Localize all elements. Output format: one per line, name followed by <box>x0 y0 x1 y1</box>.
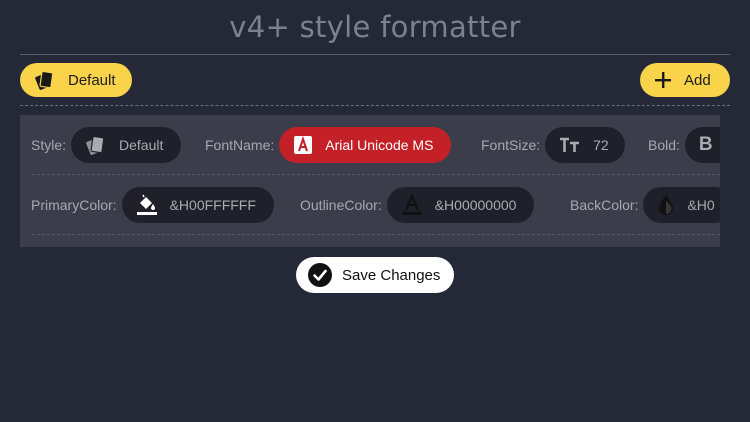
cards-icon <box>85 135 107 155</box>
style-row-1: Style: Default FontName: Arial Unicode M… <box>20 115 720 175</box>
fontsize-select-button[interactable]: 72 <box>545 127 625 163</box>
save-changes-button[interactable]: Save Changes <box>296 257 454 293</box>
bold-icon: B <box>698 134 713 155</box>
add-button[interactable]: Add <box>640 63 730 97</box>
style-label: Style: <box>31 137 67 153</box>
backcolor-button[interactable]: &H0 <box>643 187 720 223</box>
style-select-button[interactable]: Default <box>71 127 182 163</box>
font-a-icon <box>293 135 313 155</box>
fontsize-field: FontSize: 72 <box>481 127 625 163</box>
fontname-field: FontName: Arial Unicode MS <box>205 127 452 163</box>
outlinecolor-field: OutlineColor: &H00000000 <box>300 187 535 223</box>
style-value: Default <box>119 137 164 153</box>
fontname-label: FontName: <box>205 137 275 153</box>
primarycolor-field: PrimaryColor: &H00FFFFFF <box>31 187 274 223</box>
bold-label: Bold: <box>648 137 680 153</box>
drop-icon <box>657 194 675 216</box>
style-field: Style: Default <box>31 127 182 163</box>
backcolor-label: BackColor: <box>570 197 639 213</box>
default-style-button[interactable]: Default <box>20 63 132 97</box>
outlinecolor-button[interactable]: &H00000000 <box>386 187 535 223</box>
text-color-icon <box>401 194 423 216</box>
add-label: Add <box>684 71 711 89</box>
cards-icon <box>34 70 56 90</box>
save-changes-label: Save Changes <box>342 266 441 284</box>
primarycolor-button[interactable]: &H00FFFFFF <box>121 187 274 223</box>
outlinecolor-value: &H00000000 <box>434 197 517 213</box>
title-divider <box>20 54 730 55</box>
style-fields-panel[interactable]: Style: Default FontName: Arial Unicode M… <box>20 115 720 247</box>
primarycolor-label: PrimaryColor: <box>31 197 117 213</box>
checkmark-circle-icon <box>308 263 332 287</box>
paint-bucket-icon <box>136 194 158 216</box>
backcolor-value: &H0 <box>687 197 715 213</box>
text-size-icon <box>559 136 581 154</box>
fontsize-label: FontSize: <box>481 137 541 153</box>
row-divider <box>32 234 720 235</box>
page-title: v4+ style formatter <box>229 10 521 44</box>
default-style-label: Default <box>68 71 116 89</box>
style-row-2: PrimaryColor: &H00FFFFFF OutlineColor: &… <box>20 175 720 235</box>
plus-icon <box>654 71 672 89</box>
section-divider <box>20 105 730 106</box>
fontname-value: Arial Unicode MS <box>325 137 434 153</box>
outlinecolor-label: OutlineColor: <box>300 197 382 213</box>
fontname-select-button[interactable]: Arial Unicode MS <box>279 127 452 163</box>
bold-field: Bold: B <box>648 127 720 163</box>
backcolor-field: BackColor: &H0 <box>570 187 720 223</box>
fontsize-value: 72 <box>593 137 609 153</box>
primarycolor-value: &H00FFFFFF <box>169 197 256 213</box>
bold-toggle-button[interactable]: B <box>684 127 720 163</box>
